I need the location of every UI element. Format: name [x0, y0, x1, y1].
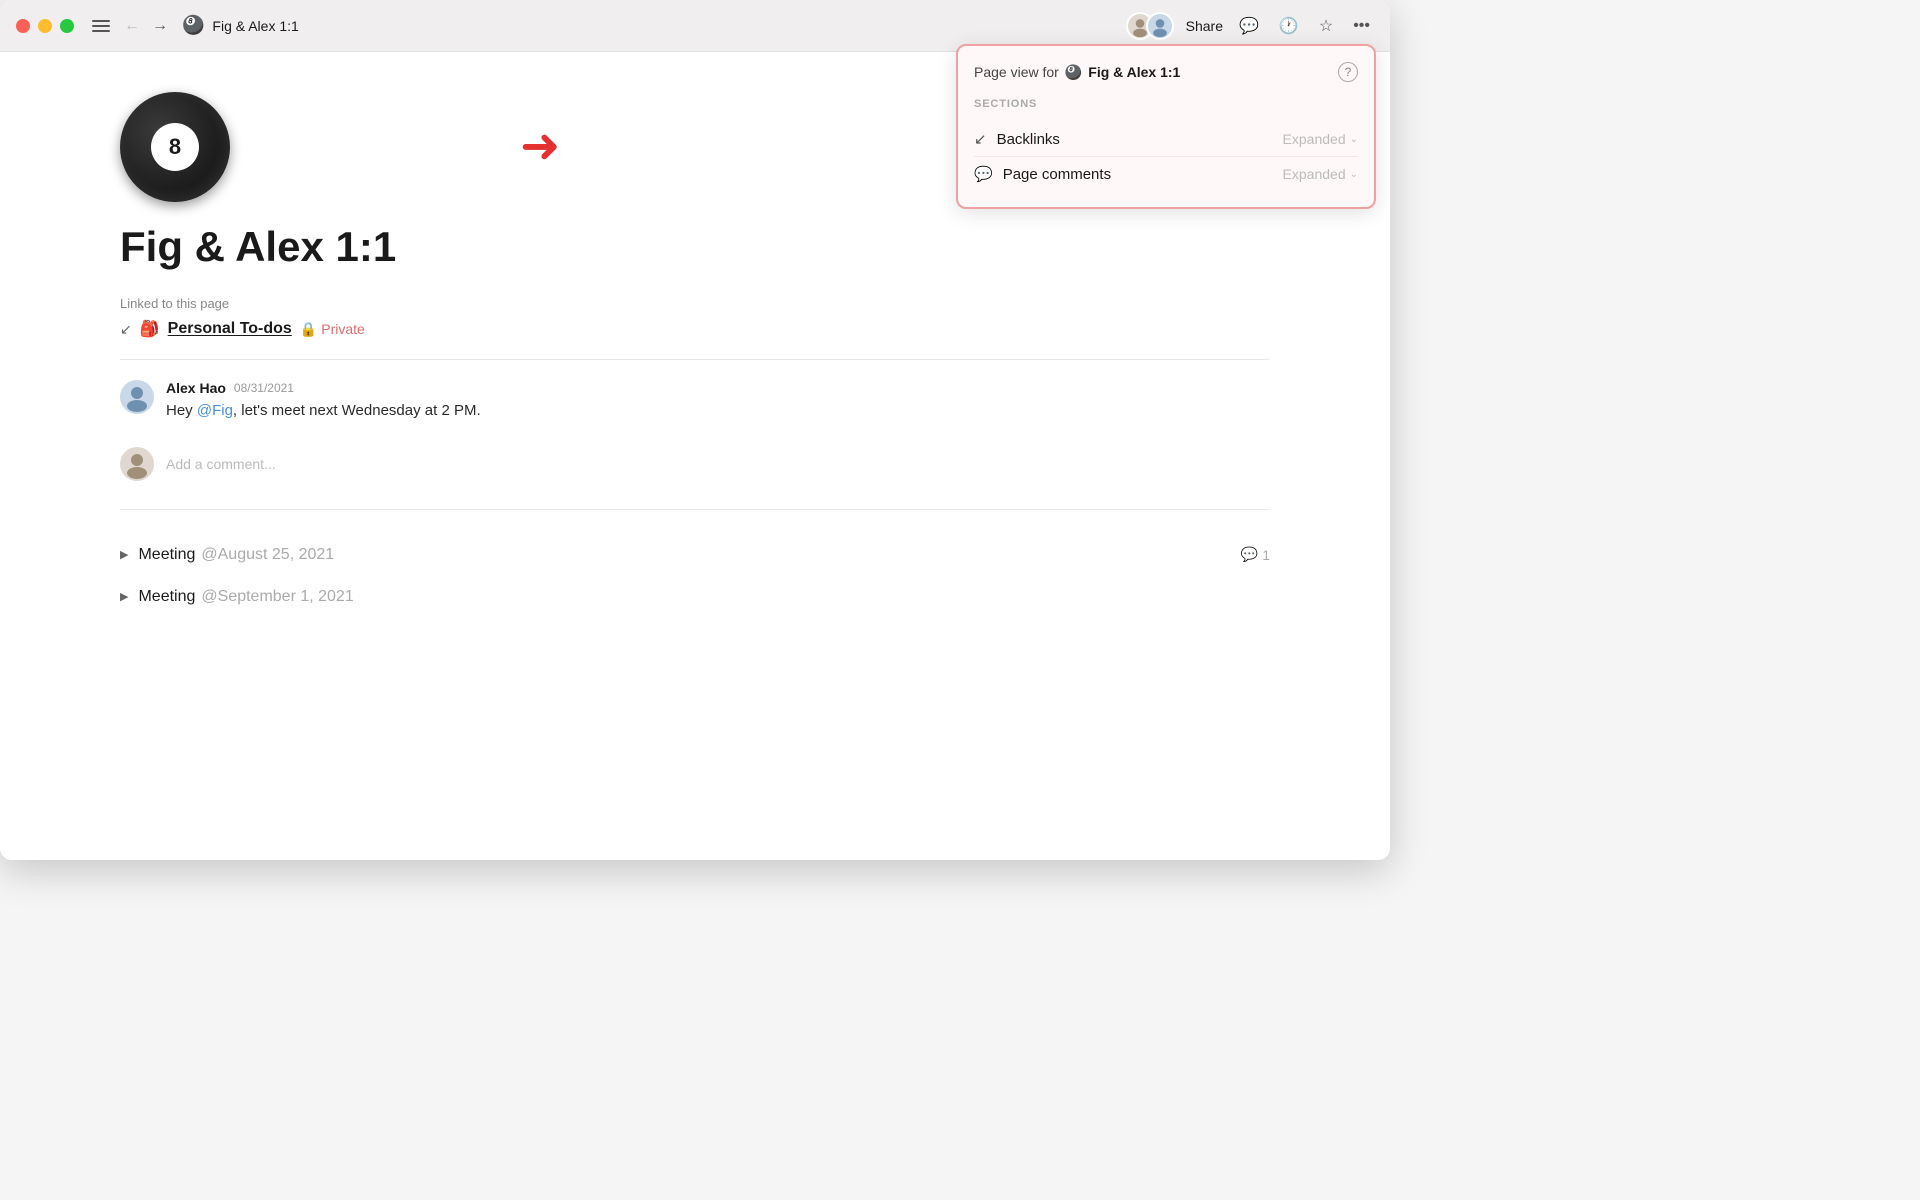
meeting-item-1: ▶ Meeting @September 1, 2021: [120, 576, 1270, 618]
meeting-comment-count-0: 1: [1262, 547, 1270, 563]
section-left-backlinks: ↙ Backlinks: [974, 130, 1060, 148]
meeting-date-0: @August 25, 2021: [201, 546, 334, 564]
comments-button[interactable]: 💬: [1235, 12, 1263, 40]
divider-1: [120, 359, 1270, 360]
comment-text: Hey @Fig, let's meet next Wednesday at 2…: [166, 400, 1270, 423]
comment-date: 08/31/2021: [234, 381, 294, 395]
titlebar-right: Share 💬 🕐 ☆ •••: [1126, 12, 1374, 40]
meeting-toggle-1[interactable]: ▶: [120, 590, 128, 603]
linked-page-emoji: 🎒: [140, 319, 160, 339]
meeting-date-1: @September 1, 2021: [201, 588, 353, 606]
meeting-comment-badge-0: 💬 1: [1241, 546, 1270, 563]
arrow-indicator: ➜: [520, 118, 560, 174]
comment-content: Alex Hao 08/31/2021 Hey @Fig, let's meet…: [166, 380, 1270, 423]
commenter-avatar-svg: [120, 380, 154, 414]
comments-value[interactable]: Expanded ⌄: [1283, 166, 1358, 182]
comment-header: Alex Hao 08/31/2021: [166, 380, 1270, 396]
titlebar-title: Fig & Alex 1:1: [212, 18, 298, 34]
page-icon-title: 🎱 Fig & Alex 1:1: [182, 15, 1116, 36]
backlinks-label: Backlinks: [997, 131, 1060, 148]
panel-title: Page view for 🎱 Fig & Alex 1:1: [974, 64, 1180, 81]
meeting-comment-icon-0: 💬: [1241, 546, 1258, 563]
panel-emoji: 🎱: [1065, 64, 1082, 81]
linked-page-name[interactable]: Personal To-dos: [168, 320, 292, 338]
minimize-button[interactable]: [38, 19, 52, 33]
page-comments-label: Page comments: [1003, 166, 1111, 183]
panel-header: Page view for 🎱 Fig & Alex 1:1 ?: [974, 62, 1358, 82]
comment-text-after: , let's meet next Wednesday at 2 PM.: [233, 402, 481, 419]
nav-arrows: ← →: [120, 13, 172, 39]
comment-mention[interactable]: @Fig: [197, 402, 233, 419]
linked-item: ↙ 🎒 Personal To-dos 🔒 Private: [120, 319, 1270, 339]
add-comment-row: Add a comment...: [120, 439, 1270, 489]
commenter-avatar: [120, 380, 154, 414]
meeting-title-0[interactable]: Meeting: [138, 546, 195, 564]
meetings-section: ▶ Meeting @August 25, 2021 💬 1 ▶ Meeting…: [120, 534, 1270, 618]
add-comment-input[interactable]: Add a comment...: [166, 456, 276, 472]
meeting-toggle-0[interactable]: ▶: [120, 548, 128, 561]
alex-avatar-svg: [1148, 12, 1172, 40]
page-title: Fig & Alex 1:1: [120, 222, 1270, 272]
history-button[interactable]: 🕐: [1275, 12, 1303, 40]
section-left-comments: 💬 Page comments: [974, 165, 1111, 183]
sections-label: SECTIONS: [974, 98, 1358, 110]
panel-prefix: Page view for: [974, 64, 1059, 80]
private-badge: 🔒 Private: [300, 321, 365, 338]
backlink-arrow-icon: ↙: [120, 321, 132, 338]
meeting-title-1[interactable]: Meeting: [138, 588, 195, 606]
add-comment-avatar: [120, 447, 154, 481]
backlinks-expanded-label: Expanded: [1283, 131, 1346, 147]
panel-page-name: Fig & Alex 1:1: [1088, 64, 1180, 80]
meeting-item-0: ▶ Meeting @August 25, 2021 💬 1: [120, 534, 1270, 576]
avatar-group: [1126, 12, 1174, 40]
comments-section-icon: 💬: [974, 165, 993, 183]
comments-chevron-icon: ⌄: [1350, 169, 1358, 180]
lock-icon: 🔒: [300, 321, 317, 338]
help-button[interactable]: ?: [1338, 62, 1358, 82]
section-row-backlinks: ↙ Backlinks Expanded ⌄: [974, 122, 1358, 156]
more-button[interactable]: •••: [1349, 13, 1374, 39]
app-window: ← → 🎱 Fig & Alex 1:1: [0, 0, 1390, 860]
avatar-alex: [1146, 12, 1174, 40]
maximize-button[interactable]: [60, 19, 74, 33]
menu-icon[interactable]: [92, 20, 110, 32]
share-button[interactable]: Share: [1186, 18, 1223, 34]
titlebar-emoji: 🎱: [182, 15, 204, 36]
backlinks-value[interactable]: Expanded ⌄: [1283, 131, 1358, 147]
comment-text-before: Hey: [166, 402, 197, 419]
forward-button[interactable]: →: [148, 13, 172, 39]
comments-expanded-label: Expanded: [1283, 166, 1346, 182]
page-8ball-icon: 8: [120, 92, 230, 202]
close-button[interactable]: [16, 19, 30, 33]
divider-2: [120, 509, 1270, 510]
backlink-section-icon: ↙: [974, 130, 987, 148]
linked-label: Linked to this page: [120, 296, 1270, 311]
private-label: Private: [321, 321, 365, 337]
page-view-panel: Page view for 🎱 Fig & Alex 1:1 ? SECTION…: [956, 44, 1376, 209]
linked-section: Linked to this page ↙ 🎒 Personal To-dos …: [120, 296, 1270, 339]
back-button[interactable]: ←: [120, 13, 144, 39]
comment-block: Alex Hao 08/31/2021 Hey @Fig, let's meet…: [120, 380, 1270, 423]
ball-circle: 8: [151, 123, 199, 171]
add-comment-avatar-svg: [120, 447, 154, 481]
bookmark-button[interactable]: ☆: [1315, 12, 1337, 40]
section-row-comments: 💬 Page comments Expanded ⌄: [974, 156, 1358, 191]
traffic-lights: [16, 19, 74, 33]
backlinks-chevron-icon: ⌄: [1350, 134, 1358, 145]
ball-number: 8: [169, 134, 181, 160]
commenter-name: Alex Hao: [166, 380, 226, 396]
